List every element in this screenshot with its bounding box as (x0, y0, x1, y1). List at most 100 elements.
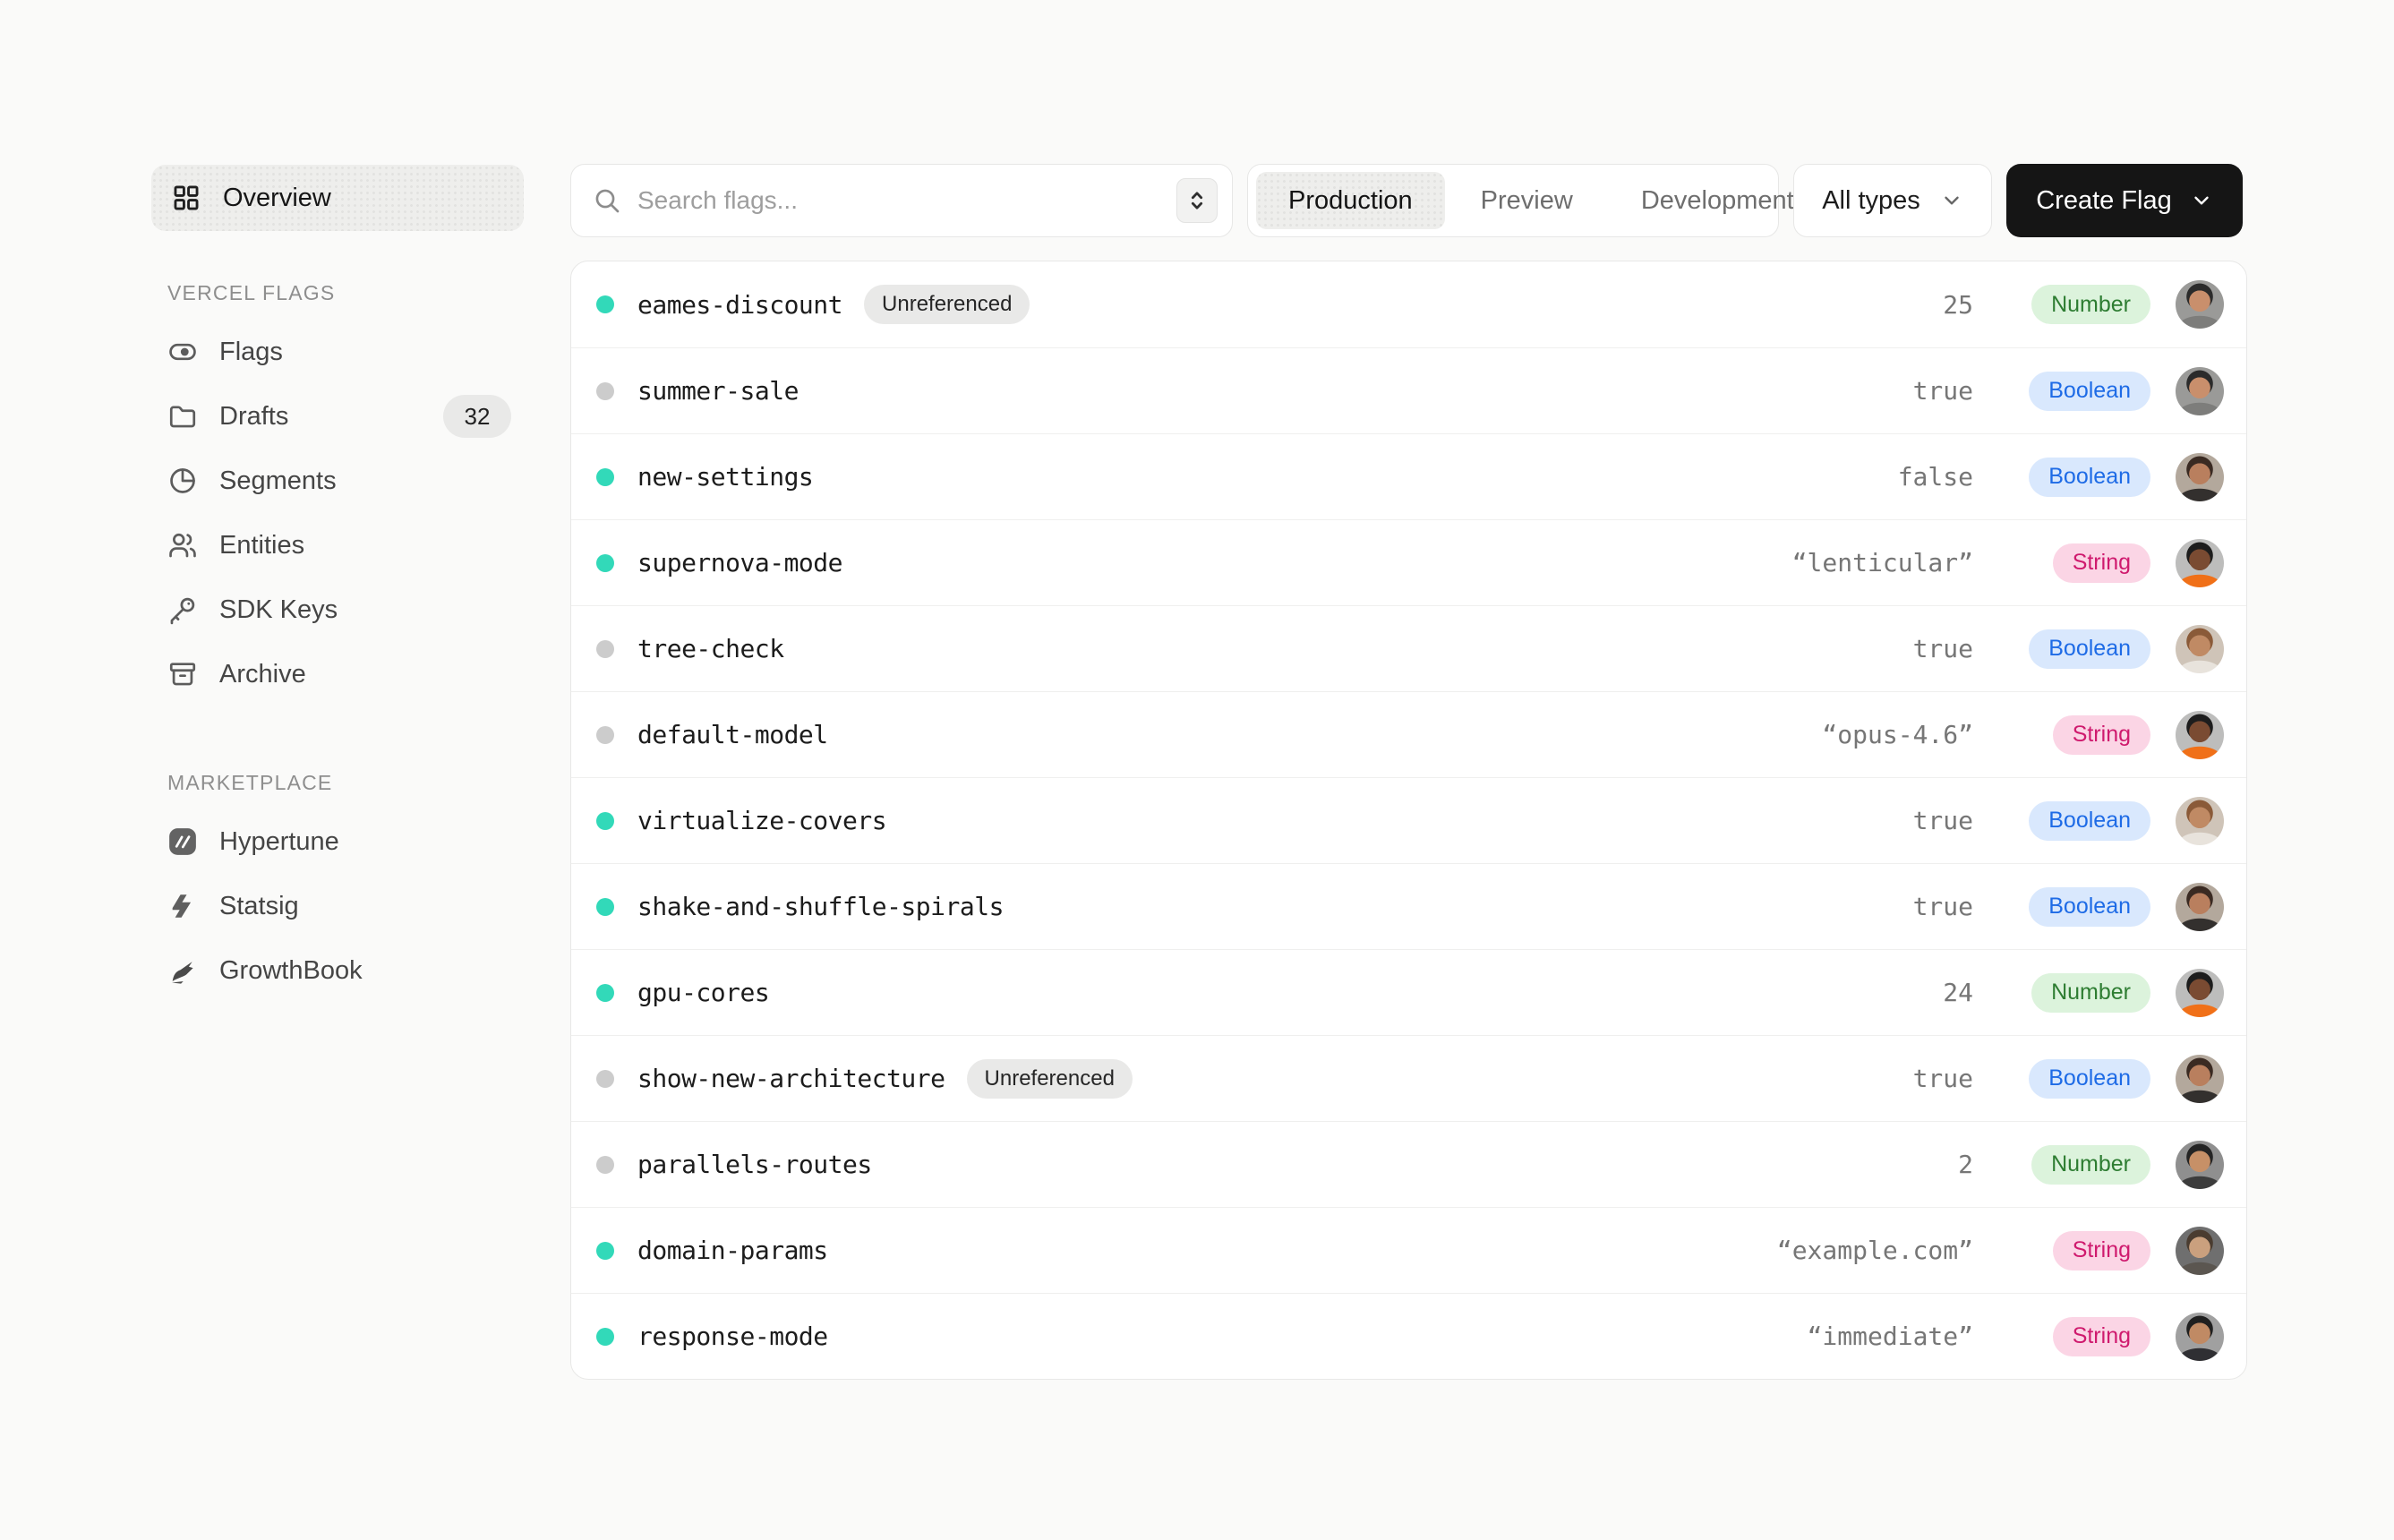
type-badge-column: Number (1998, 1145, 2150, 1185)
sidebar-item-flags[interactable]: Flags (151, 320, 524, 384)
sidebar-item-label: Entities (219, 531, 304, 560)
tab-production[interactable]: Production (1256, 172, 1445, 229)
flag-name: new-settings (637, 462, 813, 492)
sidebar-item-drafts[interactable]: Drafts32 (151, 384, 524, 449)
sidebar-item-entities[interactable]: Entities (151, 513, 524, 578)
avatar (2176, 1227, 2224, 1275)
sidebar-section-title: MARKETPLACE (167, 771, 524, 795)
status-dot (596, 295, 614, 313)
users-icon (167, 530, 198, 560)
sidebar-item-growthbook[interactable]: GrowthBook (151, 938, 524, 1003)
sidebar-item-archive[interactable]: Archive (151, 642, 524, 706)
flag-name: show-new-architecture (637, 1064, 945, 1093)
flag-row[interactable]: tree-checktrueBoolean (571, 605, 2246, 691)
sidebar-item-sdk-keys[interactable]: SDK Keys (151, 578, 524, 642)
type-badge-column: String (1998, 1317, 2150, 1356)
type-badge: Boolean (2029, 629, 2150, 669)
type-badge-column: Number (1998, 973, 2150, 1013)
archive-icon (167, 659, 198, 689)
avatar (2176, 1313, 2224, 1361)
flag-value: true (1913, 806, 1973, 835)
flag-row[interactable]: shake-and-shuffle-spiralstrueBoolean (571, 863, 2246, 949)
status-dot (596, 382, 614, 400)
status-dot (596, 1070, 614, 1088)
type-badge-column: String (1998, 715, 2150, 755)
sidebar-section: MARKETPLACE Hypertune StatsigGrowthBook (151, 771, 524, 1003)
unreferenced-badge: Unreferenced (864, 285, 1030, 324)
type-badge: String (2053, 543, 2150, 583)
flag-value: 25 (1943, 290, 1973, 320)
status-dot (596, 554, 614, 572)
flag-name: summer-sale (637, 376, 799, 406)
type-filter-label: All types (1822, 186, 1920, 216)
type-badge-column: Boolean (1998, 372, 2150, 411)
create-flag-button[interactable]: Create Flag (2006, 164, 2243, 237)
type-badge: Number (2031, 285, 2150, 324)
search-input[interactable] (637, 186, 1160, 215)
chevron-down-icon (1940, 189, 1963, 212)
type-badge-column: Boolean (1998, 801, 2150, 841)
sidebar-sections: VERCEL FLAGSFlagsDrafts32SegmentsEntitie… (151, 281, 524, 1003)
folder-icon (167, 401, 198, 432)
sidebar-item-segments[interactable]: Segments (151, 449, 524, 513)
main-content: ProductionPreviewDevelopment All types C… (570, 164, 2247, 1380)
avatar (2176, 969, 2224, 1017)
sort-shortcut-button[interactable] (1176, 178, 1218, 223)
search-box (570, 164, 1233, 237)
status-dot (596, 1328, 614, 1346)
flag-row[interactable]: response-mode “immediate” String (571, 1293, 2246, 1379)
status-dot (596, 898, 614, 916)
type-badge: String (2053, 715, 2150, 755)
flag-toggle-icon (167, 337, 198, 367)
sidebar-item-statsig[interactable]: Statsig (151, 874, 524, 938)
type-badge-column: Boolean (1998, 629, 2150, 669)
flag-name: tree-check (637, 634, 784, 663)
sidebar-item-label: Flags (219, 338, 283, 367)
type-filter-dropdown[interactable]: All types (1793, 164, 1992, 237)
status-dot (596, 812, 614, 830)
type-badge: String (2053, 1317, 2150, 1356)
flag-value: 2 (1958, 1150, 1973, 1179)
sidebar-item-hypertune[interactable]: Hypertune (151, 809, 524, 874)
toolbar: ProductionPreviewDevelopment All types C… (570, 164, 2247, 237)
flag-name: gpu-cores (637, 978, 769, 1007)
type-badge-column: Boolean (1998, 887, 2150, 927)
tab-preview[interactable]: Preview (1449, 172, 1605, 229)
flag-row[interactable]: virtualize-coverstrueBoolean (571, 777, 2246, 863)
flag-row[interactable]: eames-discount Unreferenced 25 Number (571, 261, 2246, 347)
flag-name: response-mode (637, 1322, 828, 1351)
flag-value: false (1898, 462, 1973, 492)
sort-chevrons-icon (1184, 188, 1210, 213)
sidebar-item-overview[interactable]: Overview (151, 165, 524, 231)
status-dot (596, 726, 614, 744)
sidebar-item-label: Overview (223, 184, 331, 213)
sidebar-item-label: Hypertune (219, 827, 339, 857)
flag-list: eames-discount Unreferenced 25 Number summer… (570, 261, 2247, 1380)
sidebar-item-label: SDK Keys (219, 595, 338, 625)
avatar (2176, 539, 2224, 587)
flag-value: “immediate” (1808, 1322, 1973, 1351)
statsig-logo-icon (167, 891, 198, 921)
flag-row[interactable]: supernova-mode“lenticular”String (571, 519, 2246, 605)
avatar (2176, 1141, 2224, 1189)
flag-row[interactable]: summer-sale true Boolean (571, 347, 2246, 433)
type-badge: Boolean (2029, 801, 2150, 841)
flag-row[interactable]: default-model“opus-4.6”String (571, 691, 2246, 777)
flag-value: “opus-4.6” (1822, 720, 1973, 749)
flag-row[interactable]: show-new-architectureUnreferencedtrueBoo… (571, 1035, 2246, 1121)
type-badge-column: Number (1998, 285, 2150, 324)
flag-row[interactable]: domain-params“example.com”String (571, 1207, 2246, 1293)
flag-row[interactable]: new-settings false Boolean (571, 433, 2246, 519)
flag-row[interactable]: gpu-cores24Number (571, 949, 2246, 1035)
status-dot (596, 984, 614, 1002)
type-badge: Boolean (2029, 458, 2150, 497)
flag-name: eames-discount (637, 290, 842, 320)
environment-tabs: ProductionPreviewDevelopment (1247, 164, 1779, 237)
flag-value: true (1913, 1064, 1973, 1093)
chevron-down-icon (2190, 189, 2213, 212)
status-dot (596, 468, 614, 486)
sidebar-item-label: Segments (219, 466, 337, 496)
flag-value: true (1913, 376, 1973, 406)
flag-row[interactable]: parallels-routes2Number (571, 1121, 2246, 1207)
status-dot (596, 1242, 614, 1260)
